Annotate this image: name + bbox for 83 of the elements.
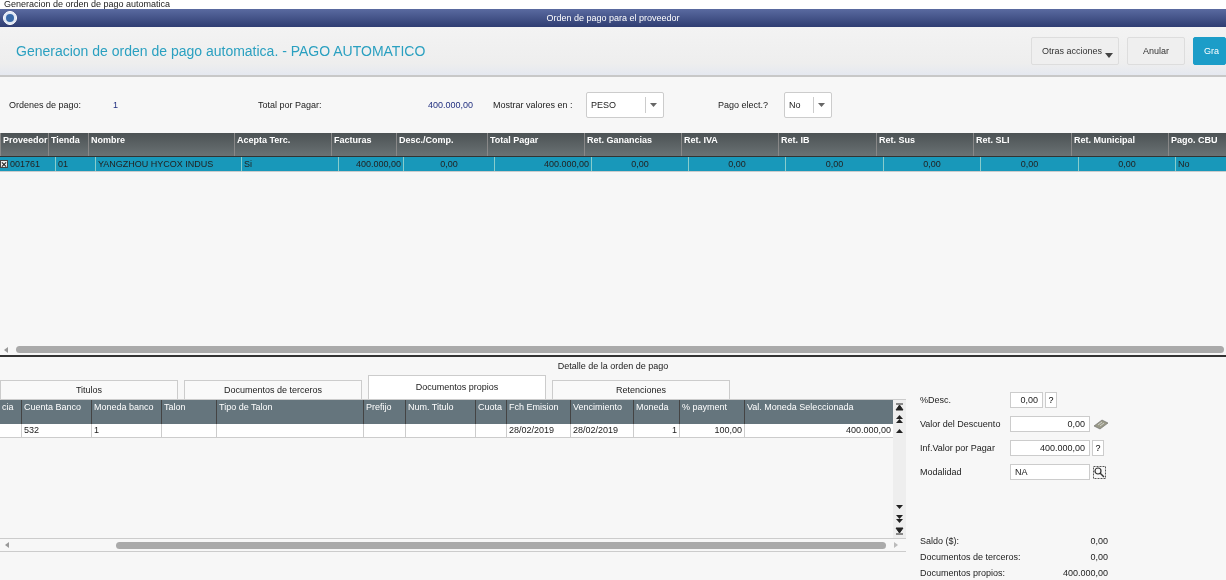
header-button[interactable]: Otras acciones (1030, 37, 1119, 65)
table-cell: 0,00 (1020, 159, 1039, 169)
scroll-bottom-icon[interactable] (894, 525, 905, 536)
table-cell: 400.000,00 (845, 425, 891, 435)
app-logo-icon (3, 11, 17, 25)
input-field[interactable]: 400.000,00 (1010, 440, 1090, 456)
table-cell: 400.000,00 (543, 159, 589, 169)
table-cell: YANGZHOU HYCOX INDUS (98, 159, 214, 169)
tab[interactable]: Documentos de terceros (184, 380, 362, 399)
table-cell: 001761 (10, 159, 41, 169)
row-checkbox[interactable] (0, 160, 8, 168)
table-cell: 532 (24, 425, 40, 435)
field-label: Pago elect.? (718, 100, 770, 110)
column-header[interactable]: Acepta Terc. (235, 133, 332, 156)
help-button[interactable]: ? (1045, 392, 1057, 408)
total-label: Documentos propios: (920, 568, 1007, 578)
table-cell: 0,00 (631, 159, 649, 169)
field-label: Mostrar valores en : (493, 100, 574, 110)
search-icon[interactable] (1093, 465, 1106, 479)
total-value: 0,00 (1089, 536, 1108, 546)
table-cell: 1 (672, 425, 677, 435)
scroll-top-icon[interactable] (894, 402, 905, 413)
column-header[interactable]: Ret. IVA (682, 133, 779, 156)
table-cell: No (1178, 159, 1190, 169)
tab[interactable]: Titulos (0, 380, 178, 399)
column-header[interactable]: Ret. SLI (974, 133, 1072, 156)
table-cell: 0,00 (728, 159, 746, 169)
table-cell: 01 (58, 159, 68, 169)
field-label: Ordenes de pago: (9, 100, 83, 110)
column-header[interactable]: Ret. Ganancias (585, 133, 682, 156)
window-title: Orden de pago para el proveedor (546, 13, 680, 23)
field-label: Inf.Valor por Pagar (920, 443, 996, 453)
table-cell: 400.000,00 (355, 159, 401, 169)
total-label: Documentos de terceros: (920, 552, 1022, 562)
scrollbar-thumb[interactable] (16, 346, 1224, 353)
table-cell: 100,00 (714, 425, 742, 435)
table-cell: 28/02/2019 (509, 425, 555, 435)
table-cell: 0,00 (923, 159, 941, 169)
input-field[interactable]: 0,00 (1010, 392, 1043, 408)
currency-dropdown[interactable]: PESO (586, 92, 664, 118)
table-row[interactable]: 001761 01 YANGZHOU HYCOX INDUS Si 400.000,00 0,00 400.000,00 0,00 0,00 0,00 0,00 0,00 0,00 No (0, 157, 1226, 172)
total-label: Saldo ($): (920, 536, 961, 546)
caret-icon (1104, 53, 1113, 58)
column-header[interactable]: Ret. IB (779, 133, 877, 156)
help-button[interactable]: ? (1092, 440, 1104, 456)
tab[interactable]: Retenciones (552, 380, 730, 399)
column-header[interactable]: Proveedor (1, 133, 49, 156)
orders-count: 1 (113, 100, 119, 110)
scrollbar-thumb[interactable] (116, 541, 886, 549)
table-cell: 0,00 (440, 159, 458, 169)
section-title: Detalle de la orden de pago (557, 361, 669, 371)
field-label: %Desc. (920, 395, 952, 405)
field-label: Total por Pagar: (258, 100, 323, 110)
table-cell: 28/02/2019 (573, 425, 619, 435)
table-cell: Si (244, 159, 252, 169)
field-label: Modalidad (920, 467, 963, 477)
table-cell: 0,00 (1118, 159, 1136, 169)
column-header[interactable]: Ret. Sus (877, 133, 974, 156)
scroll-left-icon[interactable] (2, 345, 10, 354)
field-label: Valor del Descuento (920, 419, 1002, 429)
input-field[interactable]: 0,00 (1010, 416, 1090, 432)
column-header[interactable]: Ret. Municipal (1072, 133, 1169, 156)
calculator-icon[interactable] (1093, 418, 1109, 430)
total-amount: 400.000,00 (426, 100, 473, 110)
column-header[interactable]: Nombre (89, 133, 235, 156)
header-button[interactable]: Anular (1126, 37, 1185, 65)
column-header[interactable]: Total Pagar (488, 133, 585, 156)
table-cell: 0,00 (825, 159, 844, 169)
electronic-dropdown[interactable]: No (784, 92, 832, 118)
input-field[interactable]: NA (1010, 464, 1090, 480)
background-title: Generacion de orden de pago automatica (4, 0, 171, 9)
column-header[interactable]: Facturas (332, 133, 397, 156)
page-title: Generacion de orden de pago automatica. - PAGO AUTOMATICO (16, 43, 426, 59)
column-header[interactable]: Pago. CBU (1169, 133, 1226, 156)
total-value: 0,00 (1089, 552, 1108, 562)
page-up-icon[interactable] (894, 414, 905, 425)
column-header[interactable]: Desc./Comp. (397, 133, 488, 156)
tab[interactable]: Documentos propios (368, 375, 546, 399)
page-down-icon[interactable] (894, 513, 905, 524)
scroll-left-icon[interactable] (3, 541, 11, 549)
table-cell: 1 (94, 425, 99, 435)
column-header[interactable]: Tienda (49, 133, 89, 156)
total-value: 400.000,00 (1061, 568, 1108, 578)
